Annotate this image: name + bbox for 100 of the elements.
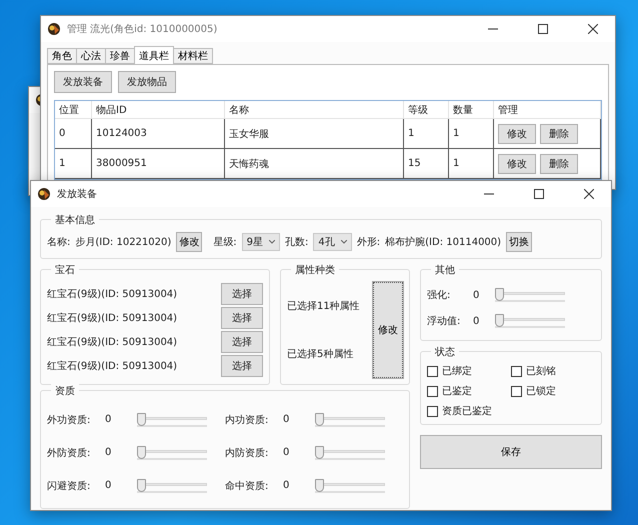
edit-button[interactable]: 修改 (373, 282, 403, 378)
slider[interactable] (495, 288, 565, 302)
select-button[interactable]: 选择 (221, 331, 263, 353)
table-cell: 10124003 (92, 119, 225, 149)
attribute-summary: 已选择11种属性 (287, 300, 360, 313)
slider[interactable] (137, 412, 207, 426)
row-action-button[interactable]: 删除 (540, 124, 578, 144)
issue-button[interactable]: 发放物品 (118, 71, 176, 93)
app-icon (37, 187, 51, 201)
checkbox[interactable]: 已锁定 (511, 384, 595, 398)
slider[interactable] (137, 478, 207, 492)
column-header[interactable]: 位置 (55, 101, 92, 119)
slider-thumb[interactable] (495, 288, 504, 301)
group-title: 其他 (431, 263, 459, 277)
slider-thumb[interactable] (495, 314, 504, 327)
slider-label: 内防资质: (225, 446, 270, 460)
select-button[interactable]: 选择 (221, 355, 263, 377)
slider-value: 0 (283, 447, 290, 458)
slider-value: 0 (105, 447, 112, 458)
maximize-icon[interactable] (534, 189, 544, 199)
issue-button[interactable]: 发放装备 (54, 71, 112, 93)
app-icon (47, 22, 61, 36)
slider-thumb[interactable] (315, 412, 324, 426)
table-cell: 1 (55, 149, 92, 179)
table-cell: 1 (449, 119, 494, 149)
look-value: 棉布护腕(ID: 10114000) (385, 236, 502, 249)
slider-value: 0 (105, 480, 112, 491)
group-title: 属性种类 (291, 263, 339, 277)
slider-thumb[interactable] (315, 446, 324, 458)
table-cell: 玉女华服 (225, 119, 404, 149)
attribute-summary: 已选择5种属性 (287, 348, 354, 361)
column-header[interactable]: 等级 (404, 101, 449, 119)
slider-label: 浮动值: (427, 314, 462, 328)
column-header[interactable]: 物品ID (92, 101, 225, 119)
slider-thumb[interactable] (137, 446, 146, 458)
slider[interactable] (315, 412, 385, 426)
slider-thumb[interactable] (315, 478, 324, 492)
slider-value: 0 (473, 290, 480, 300)
slider-label: 外功资质: (47, 414, 92, 426)
gem-name: 红宝石(9级)(ID: 50913004) (47, 288, 178, 301)
select-button[interactable]: 选择 (221, 307, 263, 329)
slider-thumb[interactable] (137, 478, 146, 492)
window-title: 发放装备 (57, 188, 98, 201)
slider[interactable] (315, 478, 385, 492)
tab[interactable]: 角色 (47, 48, 77, 64)
close-icon[interactable] (588, 24, 598, 34)
slider-label: 命中资质: (225, 480, 270, 492)
gem-name: 红宝石(9级)(ID: 50913004) (47, 312, 178, 325)
tab[interactable]: 心法 (76, 48, 106, 64)
table-cell: 0 (55, 119, 92, 149)
gem-name: 红宝石(9级)(ID: 50913004) (47, 360, 178, 373)
edit-button[interactable]: 修改 (176, 232, 202, 252)
caret-icon (269, 240, 276, 244)
slider-value: 0 (283, 480, 290, 491)
row-action-button[interactable]: 修改 (498, 154, 536, 174)
slider-value: 0 (473, 316, 480, 326)
slider-label: 内功资质: (225, 414, 270, 426)
checkbox[interactable]: 已鉴定 (427, 384, 511, 398)
slider-thumb[interactable] (137, 412, 146, 426)
row-action-button[interactable]: 修改 (498, 124, 536, 144)
star-label: 星级: (213, 236, 237, 249)
group-title: 资质 (51, 384, 79, 398)
slider-value: 0 (283, 414, 290, 425)
switch-button[interactable]: 切换 (506, 232, 532, 252)
slider-value: 0 (105, 414, 112, 425)
gem-name: 红宝石(9级)(ID: 50913004) (47, 336, 178, 349)
column-header[interactable]: 数量 (449, 101, 494, 119)
group-title: 基本信息 (51, 213, 99, 227)
group-title: 宝石 (51, 263, 79, 277)
holes-label: 孔数: (285, 236, 308, 249)
slider[interactable] (137, 446, 207, 460)
checkbox[interactable]: 已刻铭 (511, 364, 595, 378)
column-header[interactable]: 管理 (494, 101, 601, 119)
slider[interactable] (495, 314, 565, 328)
slider-label: 外防资质: (47, 446, 92, 460)
close-icon[interactable] (584, 189, 594, 199)
slider-label: 闪避资质: (47, 480, 92, 492)
maximize-icon[interactable] (538, 24, 548, 34)
table-cell: 15 (404, 149, 449, 179)
table-cell: 天悔药魂 (225, 149, 404, 179)
save-button[interactable]: 保存 (420, 435, 602, 469)
checkbox[interactable]: 已绑定 (427, 364, 511, 378)
name-value: 步月(ID: 10221020) (75, 236, 172, 249)
slider[interactable] (315, 446, 385, 460)
name-label: 名称: (47, 236, 70, 249)
table-cell: 1 (404, 119, 449, 149)
look-label: 外形: (356, 236, 380, 249)
holes-dropdown[interactable]: 4孔 (313, 233, 352, 251)
slider-label: 强化: (427, 289, 452, 302)
row-action-button[interactable]: 删除 (540, 154, 578, 174)
tab[interactable]: 材料栏 (173, 48, 213, 64)
tab[interactable]: 道具栏 (134, 46, 174, 64)
caret-icon (340, 240, 347, 244)
table-cell: 1 (449, 149, 494, 179)
select-button[interactable]: 选择 (221, 283, 263, 305)
column-header[interactable]: 名称 (225, 101, 404, 119)
star-dropdown[interactable]: 9星 (242, 233, 280, 251)
group-title: 状态 (431, 345, 459, 359)
checkbox[interactable]: 资质已鉴定 (427, 404, 511, 418)
tab[interactable]: 珍兽 (105, 48, 135, 64)
